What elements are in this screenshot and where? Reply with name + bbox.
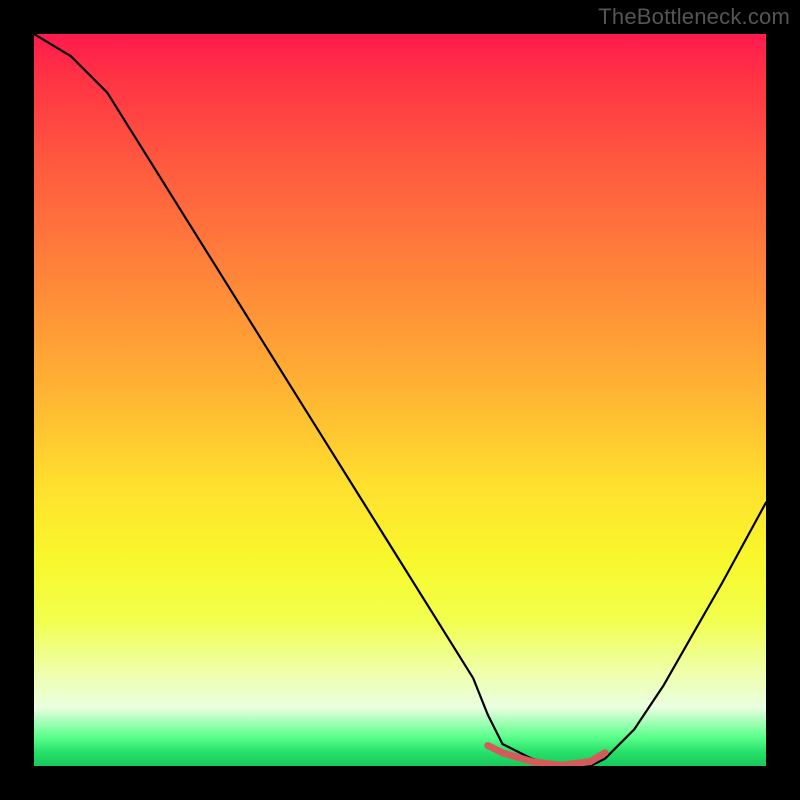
bottleneck-curve-path <box>34 34 766 766</box>
chart-svg <box>34 34 766 766</box>
optimal-zone-path <box>488 746 605 766</box>
watermark-text: TheBottleneck.com <box>598 4 790 30</box>
chart-frame: TheBottleneck.com <box>0 0 800 800</box>
plot-area <box>34 34 766 766</box>
